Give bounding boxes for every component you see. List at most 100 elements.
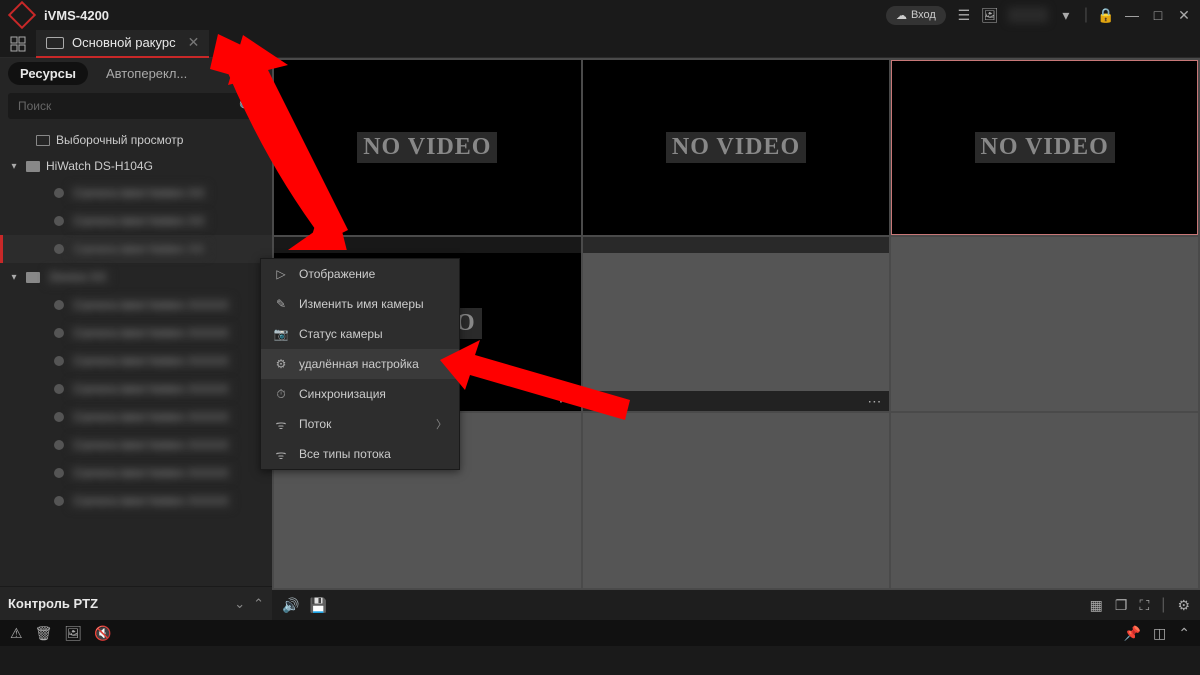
- tree-label: HiWatch DS-H104G: [46, 159, 153, 173]
- picture-icon[interactable]: 🖼: [64, 625, 82, 642]
- gear-icon[interactable]: ⚙: [1177, 597, 1190, 614]
- camera-icon: 📷: [273, 326, 289, 342]
- tree-item-camera[interactable]: Camera label hidden XXXXX: [0, 403, 272, 431]
- monitor-icon: [36, 135, 50, 146]
- save-icon[interactable]: 💾: [309, 597, 326, 614]
- layout-grid-icon[interactable]: ▦: [1090, 597, 1103, 614]
- gear-icon: ⚙: [273, 356, 289, 372]
- chevron-down-icon: ▾: [8, 272, 20, 283]
- monitor-icon: [46, 37, 64, 49]
- list-icon[interactable]: ☰: [956, 7, 972, 23]
- sidebar-tab-autoswitch[interactable]: Автоперекл...: [94, 62, 199, 85]
- camera-icon: [54, 300, 64, 310]
- volume-icon[interactable]: 🔊: [282, 597, 299, 614]
- cloud-icon: ☁: [896, 9, 907, 22]
- ctx-item-all-streams[interactable]: ᯤ Все типы потока: [261, 439, 459, 469]
- camera-icon: [54, 384, 64, 394]
- pin-icon[interactable]: 📌: [1124, 625, 1141, 642]
- context-menu: ▷ Отображение ✎ Изменить имя камеры 📷 Ст…: [260, 258, 460, 470]
- ctx-item-stream[interactable]: ᯤ Поток 〉: [261, 409, 459, 439]
- user-label[interactable]: [1008, 7, 1048, 23]
- chevron-down-icon[interactable]: ⌄: [234, 596, 245, 612]
- ctx-item-display[interactable]: ▷ Отображение: [261, 259, 459, 289]
- apps-grid-icon[interactable]: [0, 36, 36, 52]
- ptz-panel-header[interactable]: Контроль PTZ ⌄ ⌃: [0, 586, 272, 620]
- camera-icon: [54, 244, 64, 254]
- tree-item-camera[interactable]: Camera label hidden XXXXX: [0, 291, 272, 319]
- minimize-icon[interactable]: —: [1124, 7, 1140, 23]
- camera-label: Camera label hidden XX: [70, 241, 208, 257]
- camera-icon: [54, 328, 64, 338]
- expand-up-icon[interactable]: ⌃: [1178, 625, 1190, 642]
- camera-label: Camera label hidden XXXXX: [70, 465, 232, 481]
- tab-close-icon[interactable]: ✕: [188, 34, 200, 51]
- camera-label: Camera label hidden XXXXX: [70, 353, 232, 369]
- grid-toolbar: 🔊 💾 ▦ ❐ ⛶ | ⚙: [272, 590, 1200, 620]
- app-title: iVMS-4200: [44, 8, 109, 23]
- tree-item-camera[interactable]: Camera label hidden XXXXX: [0, 347, 272, 375]
- no-video-label: NO VIDEO: [975, 132, 1115, 163]
- panel-icon[interactable]: ◫: [1153, 625, 1166, 642]
- mute-icon[interactable]: 🔇: [94, 625, 111, 642]
- annotation-arrow: [440, 340, 640, 440]
- edit-icon: ✎: [273, 296, 289, 312]
- dropdown-icon[interactable]: ▾: [1058, 7, 1074, 23]
- ctx-item-remote-config[interactable]: ⚙ удалённая настройка: [261, 349, 459, 379]
- tree-item-camera[interactable]: Camera label hidden XXXXX: [0, 319, 272, 347]
- status-bar: ⚠ 🗑 🖼 🔇 📌 ◫ ⌃: [0, 620, 1200, 646]
- folder-icon: [26, 272, 40, 283]
- camera-label: Camera label hidden XX: [70, 213, 208, 229]
- search-placeholder: Поиск: [18, 99, 51, 113]
- fullscreen-icon[interactable]: ⛶: [1139, 597, 1149, 614]
- tree-item-camera[interactable]: Camera label hidden XXXXX: [0, 431, 272, 459]
- tree-item-camera[interactable]: Camera label hidden XXXXX: [0, 487, 272, 515]
- chevron-down-icon: ▾: [8, 161, 20, 172]
- image-icon[interactable]: 🖼: [982, 7, 998, 23]
- ctx-label: Синхронизация: [299, 387, 386, 401]
- video-cell[interactable]: [891, 413, 1198, 588]
- login-label: Вход: [911, 9, 936, 21]
- ptz-title: Контроль PTZ: [8, 596, 98, 611]
- tree-item-camera[interactable]: Camera label hidden XXXXX: [0, 459, 272, 487]
- camera-label: Camera label hidden XXXXX: [70, 381, 232, 397]
- camera-label: Camera label hidden XXXXX: [70, 437, 232, 453]
- camera-label: Camera label hidden XX: [70, 185, 208, 201]
- camera-icon: [54, 440, 64, 450]
- lock-icon[interactable]: 🔒: [1098, 7, 1114, 23]
- video-cell[interactable]: NO VIDEO: [891, 60, 1198, 235]
- no-video-label: NO VIDEO: [357, 132, 497, 163]
- tree-item-camera[interactable]: Camera label hidden XXXXX: [0, 375, 272, 403]
- tree-label: Выборочный просмотр: [56, 133, 183, 147]
- tree-item-device[interactable]: ▾ Device XX: [0, 263, 272, 291]
- window-icon[interactable]: ❐: [1115, 597, 1128, 614]
- close-icon[interactable]: ✕: [1176, 7, 1192, 23]
- ctx-item-status[interactable]: 📷 Статус камеры: [261, 319, 459, 349]
- tab-main-view[interactable]: Основной ракурс ✕: [36, 30, 209, 58]
- tab-label: Основной ракурс: [72, 35, 176, 50]
- chevron-up-icon[interactable]: ⌃: [253, 596, 264, 612]
- title-bar: iVMS-4200 ☁ Вход ☰ 🖼 ▾ | 🔒 — □ ✕: [0, 0, 1200, 30]
- tab-bar: Основной ракурс ✕: [0, 30, 1200, 58]
- ctx-item-sync[interactable]: ⏱ Синхронизация: [261, 379, 459, 409]
- cell-header: [583, 237, 890, 253]
- sidebar-tab-resources[interactable]: Ресурсы: [8, 62, 88, 85]
- alert-icon[interactable]: ⚠: [10, 625, 23, 642]
- camera-label: Camera label hidden XXXXX: [70, 493, 232, 509]
- clock-icon: ⏱: [273, 386, 289, 402]
- camera-label: Camera label hidden XXXXX: [70, 325, 232, 341]
- ctx-label: Поток: [299, 417, 331, 431]
- device-label: Device XX: [46, 269, 110, 285]
- camera-label: Camera label hidden XXXXX: [70, 297, 232, 313]
- ctx-label: Статус камеры: [299, 327, 383, 341]
- ctx-label: Изменить имя камеры: [299, 297, 424, 311]
- play-icon: ▷: [273, 266, 289, 282]
- stream-icon: ᯤ: [273, 416, 289, 432]
- ctx-item-rename[interactable]: ✎ Изменить имя камеры: [261, 289, 459, 319]
- login-button[interactable]: ☁ Вход: [886, 6, 946, 25]
- stream-icon: ᯤ: [273, 446, 289, 462]
- video-cell[interactable]: NO VIDEO: [583, 60, 890, 235]
- trash-icon[interactable]: 🗑: [35, 625, 53, 642]
- ctx-label: Отображение: [299, 267, 375, 281]
- video-cell[interactable]: [891, 237, 1198, 412]
- maximize-icon[interactable]: □: [1150, 7, 1166, 23]
